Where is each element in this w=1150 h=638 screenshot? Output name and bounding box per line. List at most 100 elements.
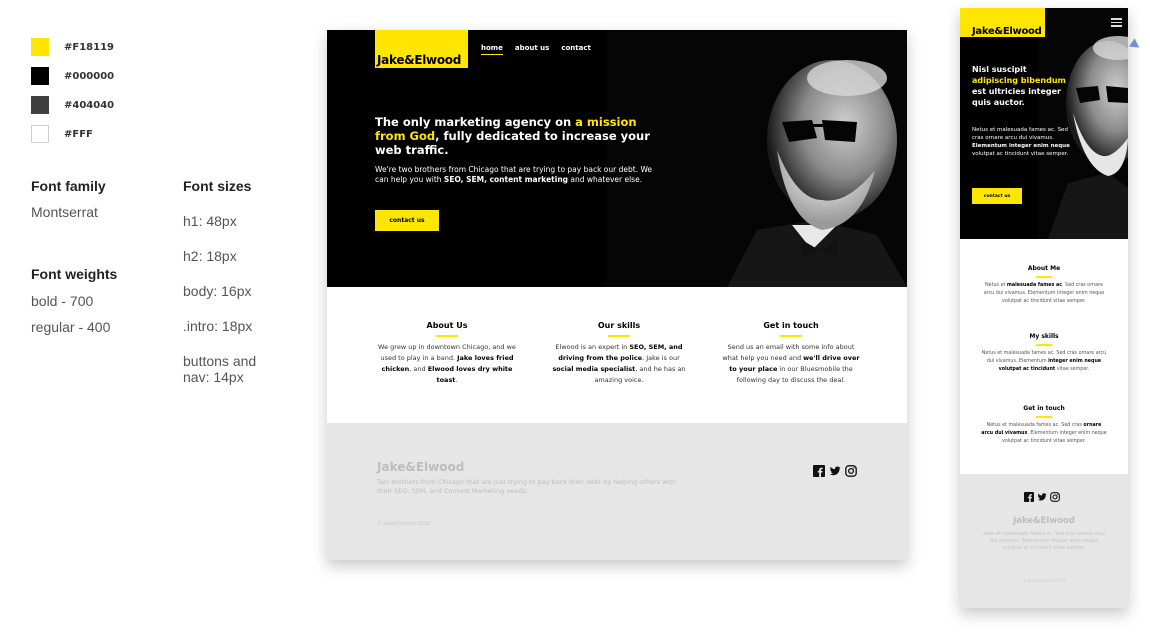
swatch-label: #FFF <box>64 128 93 140</box>
footer-logo: Jake&Elwood <box>1013 516 1075 526</box>
hero-intro: We're two brothers from Chicago that are… <box>375 165 660 185</box>
swatch-row-accent: #F18119 <box>31 38 114 56</box>
font-weight-bold: bold - 700 <box>31 293 94 309</box>
our-skills-text: Elwood is an expert in SEO, SEM, and dri… <box>549 342 689 386</box>
contact-us-button[interactable]: contact us <box>972 188 1022 204</box>
desktop-hero: Jake&Elwood home about us contact The on… <box>327 30 907 287</box>
hero-headline: The only marketing agency on a mission f… <box>375 115 660 157</box>
logo-text: Jake&Elwood <box>377 53 461 67</box>
footer-copyright: © Jake&Elwood 2018 <box>1022 578 1066 583</box>
mobile-intro: Netus et malesuada fames ac. Sed cras or… <box>972 126 1072 158</box>
footer-logo: Jake&Elwood <box>377 460 465 474</box>
nav-about-us[interactable]: about us <box>515 44 549 55</box>
hero-photo <box>1038 8 1128 239</box>
about-me-title: About Me <box>1027 265 1061 272</box>
about-me-section: About Me Netus et malesuada fames ac. Se… <box>980 265 1108 306</box>
facebook-icon[interactable] <box>813 465 825 477</box>
hamburger-menu-icon[interactable] <box>1111 18 1122 29</box>
facebook-icon[interactable] <box>1024 492 1034 502</box>
accent-bar <box>1036 344 1052 346</box>
intro-bold: SEO, SEM, content marketing <box>443 175 569 184</box>
intro-part: Netus et malesuada fames ac. Sed cras or… <box>972 127 1068 141</box>
text-part: . <box>455 376 458 384</box>
mobile-hero: Jake&Elwood Nisl suscipit adipiscing bib… <box>960 8 1128 239</box>
size-intro: .intro: 18px <box>183 318 253 334</box>
nav-contact[interactable]: contact <box>561 44 591 55</box>
accent-bar <box>1036 276 1052 278</box>
get-in-touch-section: Get in touch Netus et malesuada fames ac… <box>980 405 1108 446</box>
twitter-icon[interactable] <box>829 465 841 477</box>
mobile-headline: Nisl suscipit adipiscing bibendum est ul… <box>972 64 1072 108</box>
swatch-row-black: #000000 <box>31 67 114 85</box>
text-part: Netus et malesuada fames ac. Sed cras <box>986 422 1084 428</box>
text-bold: Elwood loves dry white toast <box>427 365 513 384</box>
font-family-title: Font family <box>31 178 106 194</box>
swatch-white <box>31 125 49 143</box>
text-part: Elwood is an expert in <box>555 343 630 351</box>
twitter-icon[interactable] <box>1037 492 1047 502</box>
get-in-touch-column: Get in touch Send us an email with some … <box>721 321 861 386</box>
desktop-features: About Us We grew up in downtown Chicago,… <box>327 287 907 423</box>
mobile-features: About Me Netus et malesuada fames ac. Se… <box>960 239 1128 474</box>
font-family-block: Font family Montserrat <box>31 178 106 220</box>
desktop-logo[interactable]: Jake&Elwood <box>375 30 468 68</box>
swatch-black <box>31 67 49 85</box>
swatch-row-dark: #404040 <box>31 96 114 114</box>
size-body: body: 16px <box>183 283 252 299</box>
footer-text: Two brothers from Chicago that are just … <box>377 478 676 495</box>
desktop-footer: Jake&Elwood Two brothers from Chicago th… <box>327 423 907 560</box>
about-me-text: Netus et malesuada fames ac. Sed cras or… <box>980 282 1108 306</box>
intro-bold: Elementum integer enim neque <box>972 143 1070 149</box>
cursor-icon <box>1128 38 1143 52</box>
our-skills-column: Our skills Elwood is an expert in SEO, S… <box>549 321 689 386</box>
text-part: vitae semper. <box>1055 366 1090 372</box>
font-sizes-title: Font sizes <box>183 178 252 194</box>
swatch-label: #F18119 <box>64 41 114 53</box>
accent-bar <box>608 335 630 337</box>
hero-photo <box>607 30 907 287</box>
social-links <box>1024 492 1060 502</box>
contact-us-button[interactable]: contact us <box>375 210 439 231</box>
swatch-label: #404040 <box>64 99 115 111</box>
headline-part: est ultricies integer quis auctor. <box>972 87 1061 107</box>
footer-copyright: © Jake&Elwood 2018 <box>377 521 431 527</box>
size-nav: nav: 14px <box>183 369 244 385</box>
headline-part: The only marketing agency on <box>375 115 576 129</box>
nav-home[interactable]: home <box>481 44 503 55</box>
social-links <box>813 465 857 477</box>
footer-text: shus et malesuada fames ac. Sed cras orn… <box>983 532 1105 551</box>
about-us-column: About Us We grew up in downtown Chicago,… <box>377 321 517 386</box>
color-palette: #F18119 #000000 #404040 #FFF <box>31 38 114 154</box>
swatch-accent <box>31 38 49 56</box>
font-sizes-block: Font sizes h1: 48px h2: 18px body: 16px … <box>183 178 256 385</box>
accent-bar <box>1036 416 1052 418</box>
get-in-touch-text: Send us an email with some info about wh… <box>721 342 861 386</box>
instagram-icon[interactable] <box>845 465 857 477</box>
instagram-icon[interactable] <box>1050 492 1060 502</box>
our-skills-title: Our skills <box>597 321 641 330</box>
swatch-dark <box>31 96 49 114</box>
font-weights-block: Font weights bold - 700 regular - 400 <box>31 266 117 335</box>
headline-part: Nisl suscipit <box>972 65 1027 74</box>
get-in-touch-title: Get in touch <box>763 321 819 330</box>
intro-part: volutpat ac tincidunt vitae semper. <box>972 151 1069 157</box>
my-skills-title: My skills <box>1029 333 1059 340</box>
text-bold: malesuada fames ac <box>1006 282 1063 288</box>
intro-part: and whatever else. <box>568 175 643 184</box>
text-part: . Jake is our <box>642 354 680 362</box>
text-part: , and <box>409 365 428 373</box>
font-family-value: Montserrat <box>31 204 98 220</box>
swatch-label: #000000 <box>64 70 115 82</box>
logo-text: Jake&Elwood <box>972 26 1042 37</box>
accent-bar <box>780 335 802 337</box>
accent-bar <box>436 335 458 337</box>
desktop-mockup: Jake&Elwood home about us contact The on… <box>327 30 907 560</box>
font-weights-title: Font weights <box>31 266 118 282</box>
text-bold: social media specialist <box>552 365 636 373</box>
mobile-logo[interactable]: Jake&Elwood <box>960 8 1045 37</box>
size-buttons: buttons and <box>183 353 257 369</box>
get-in-touch-title: Get in touch <box>1023 405 1065 412</box>
size-h2: h2: 18px <box>183 248 237 264</box>
my-skills-section: My skills Netus et malesuada fames ac. S… <box>980 333 1108 374</box>
get-in-touch-text: Netus et malesuada fames ac. Sed cras or… <box>980 422 1108 446</box>
